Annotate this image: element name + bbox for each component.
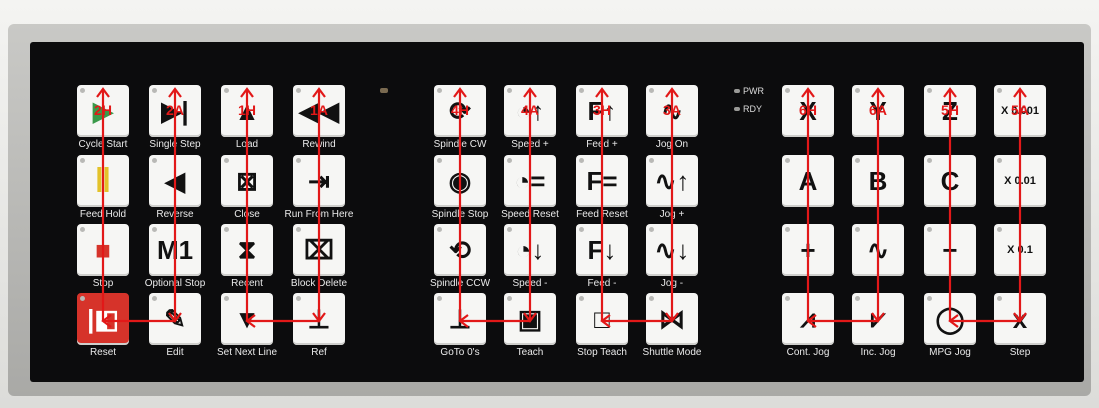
photo-background: PWR RDY ▶Cycle Start2H▶|Single Step2A▲Lo… [0, 0, 1099, 408]
annotation-paths [96, 87, 1027, 328]
